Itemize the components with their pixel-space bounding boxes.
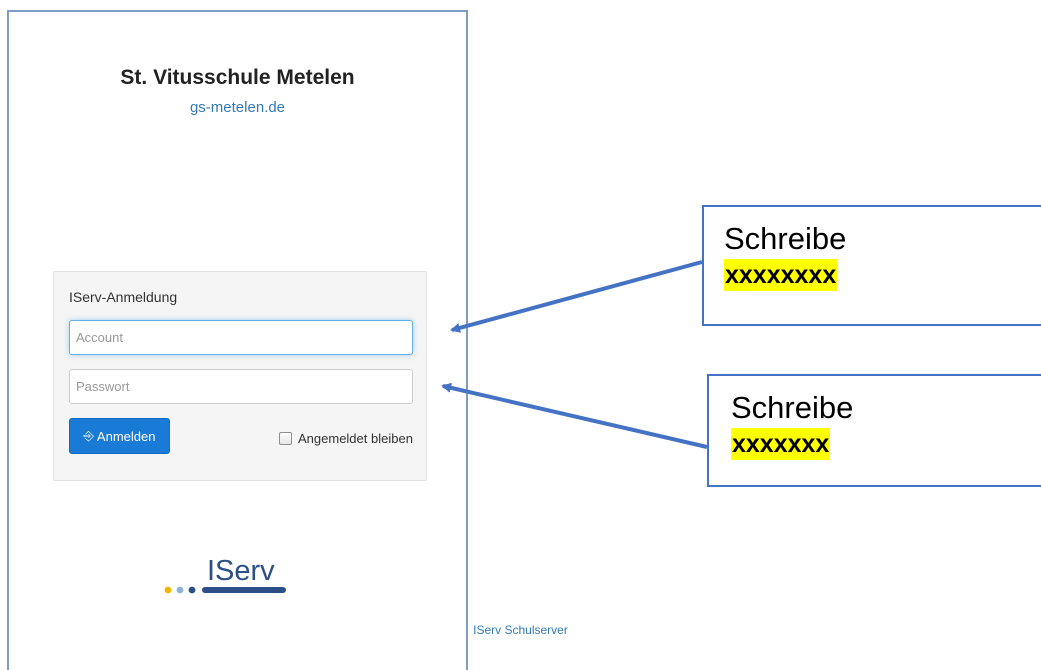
remember-me-label: Angemeldet bleiben <box>298 431 413 446</box>
logo-dot-yellow <box>164 586 172 594</box>
iserv-logo: IServ <box>164 555 286 594</box>
sign-in-icon: ⎆ <box>83 428 94 443</box>
arrow-to-account <box>450 260 703 333</box>
callout-account-label: Schreibe <box>724 221 847 256</box>
iserv-schulserver-link[interactable]: IServ Schulserver <box>0 623 1041 637</box>
password-input[interactable] <box>69 369 413 404</box>
logo-dot-lightblue <box>176 586 184 594</box>
callout-account: Schreibe xxxxxxxx <box>702 205 1041 326</box>
login-button-label: Anmelden <box>96 428 156 444</box>
remember-me[interactable]: Angemeldet bleiben <box>279 431 413 446</box>
callout-password-label: Schreibe <box>731 390 854 425</box>
remember-me-checkbox[interactable] <box>279 432 292 445</box>
school-website-link[interactable]: gs-metelen.de <box>9 99 466 116</box>
login-panel-title: IServ-Anmeldung <box>69 289 178 305</box>
arrow-to-password <box>441 382 708 449</box>
account-input[interactable] <box>69 320 413 355</box>
logo-bar <box>202 587 286 593</box>
logo-dot-darkblue <box>188 586 196 594</box>
login-panel: IServ-Anmeldung ⎆ Anmelden Angemeldet bl… <box>53 271 427 481</box>
logo-text: IServ <box>207 555 275 587</box>
school-name: St. Vitusschule Metelen <box>120 66 355 89</box>
callout-password: Schreibe xxxxxxx <box>707 374 1041 487</box>
login-button[interactable]: ⎆ Anmelden <box>69 418 170 454</box>
callout-password-highlight: xxxxxxx <box>731 428 831 460</box>
callout-account-highlight: xxxxxxxx <box>724 259 838 291</box>
